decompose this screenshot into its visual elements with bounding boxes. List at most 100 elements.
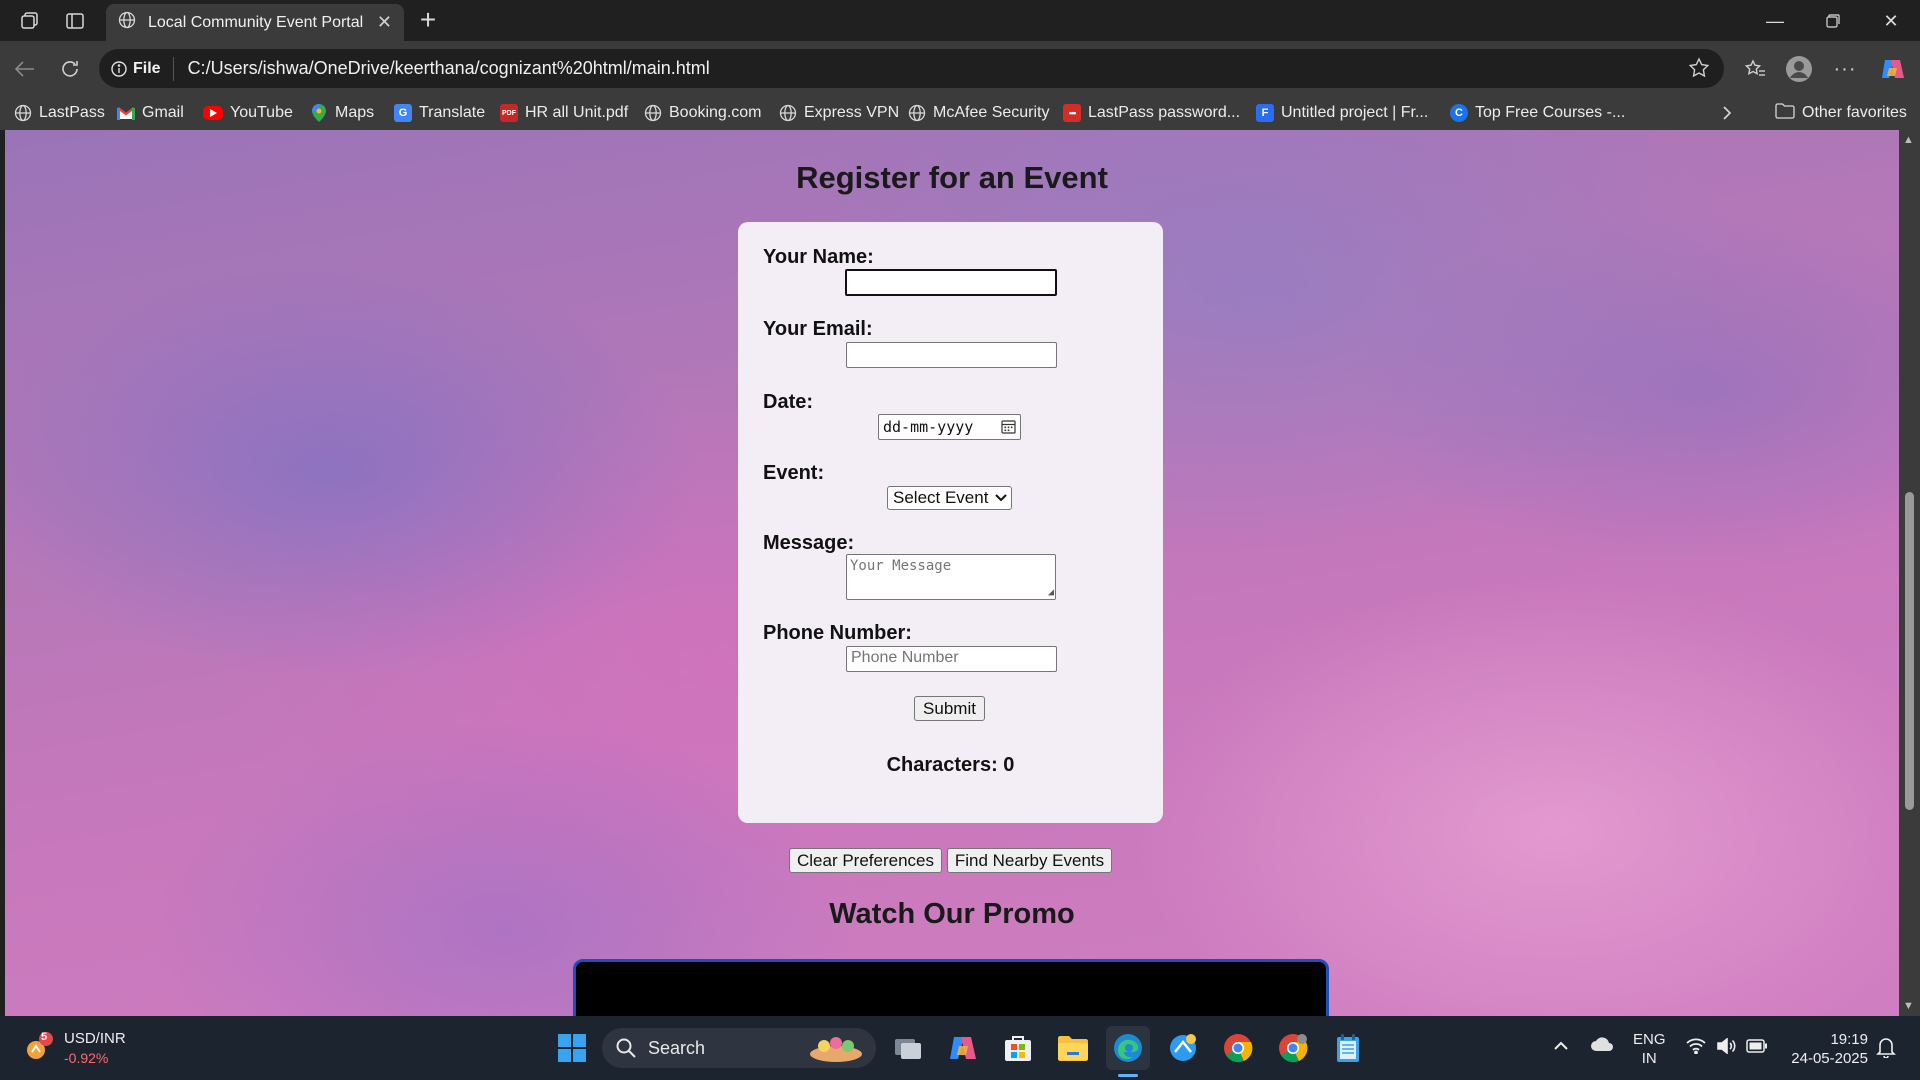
resize-grip-icon[interactable]: ◢ xyxy=(1048,587,1054,598)
address-bar[interactable]: File C:/Users/ishwa/OneDrive/keerthana/c… xyxy=(99,49,1724,88)
copilot-taskbar-icon[interactable] xyxy=(941,1026,985,1070)
scroll-down-icon[interactable]: ▼ xyxy=(1903,1000,1914,1012)
vertical-tabs-icon[interactable] xyxy=(61,8,89,34)
currency-widget-icon[interactable]: 5 xyxy=(22,1030,56,1064)
url-text: C:/Users/ishwa/OneDrive/keerthana/cogniz… xyxy=(187,58,710,78)
active-app-indicator xyxy=(1118,1074,1138,1077)
show-hidden-icons-chevron-icon[interactable] xyxy=(1553,1038,1569,1056)
new-tab-icon[interactable]: + xyxy=(414,4,442,35)
file-explorer-icon[interactable] xyxy=(1051,1026,1095,1070)
other-favorites[interactable]: Other favorites xyxy=(1775,102,1907,124)
maps-pin-icon xyxy=(310,104,328,122)
document-icon: F xyxy=(1256,104,1274,122)
info-icon xyxy=(111,60,127,77)
more-options-icon[interactable]: ··· xyxy=(1828,53,1862,85)
restore-icon[interactable] xyxy=(1818,8,1848,34)
microsoft-store-icon[interactable] xyxy=(996,1026,1040,1070)
close-tab-icon[interactable]: ✕ xyxy=(377,12,392,33)
workspaces-icon[interactable] xyxy=(16,8,44,34)
bookmark-untitled-project[interactable]: F Untitled project | Fr... xyxy=(1256,102,1428,124)
scrollbar-thumb[interactable] xyxy=(1905,492,1914,810)
phone-label: Phone Number: xyxy=(763,622,912,644)
battery-icon[interactable] xyxy=(1746,1039,1768,1058)
find-nearby-events-button[interactable]: Find Nearby Events xyxy=(947,848,1112,873)
email-input[interactable] xyxy=(846,342,1057,368)
message-textarea[interactable]: Your Message ◢ xyxy=(846,554,1056,600)
favorite-star-icon[interactable] xyxy=(1688,57,1710,84)
promo-video[interactable] xyxy=(573,959,1329,1016)
profile-avatar-icon[interactable] xyxy=(1782,53,1816,85)
globe-icon xyxy=(118,11,136,34)
bookmark-booking[interactable]: Booking.com xyxy=(644,102,762,124)
bookmark-mcafee[interactable]: McAfee Security xyxy=(908,102,1049,124)
bookmark-maps[interactable]: Maps xyxy=(310,102,374,124)
scroll-up-icon[interactable]: ▲ xyxy=(1903,134,1914,146)
name-input[interactable] xyxy=(845,269,1057,296)
task-view-icon[interactable] xyxy=(886,1026,930,1070)
event-select[interactable]: Select Event xyxy=(887,486,1012,510)
date-input[interactable]: dd-mm-yyyy xyxy=(878,414,1021,440)
chrome-profile-icon[interactable] xyxy=(1271,1026,1315,1070)
widget-value: -0.92% xyxy=(64,1050,109,1066)
bookmark-translate[interactable]: G Translate xyxy=(394,102,485,124)
vertical-scrollbar[interactable]: ▲ ▼ xyxy=(1899,130,1920,1016)
copilot-icon[interactable] xyxy=(1875,53,1909,85)
submit-button[interactable]: Submit xyxy=(914,696,985,721)
page-title: Register for an Event xyxy=(796,160,1108,195)
clock[interactable]: 19:19 24-05-2025 xyxy=(1784,1030,1868,1068)
volume-icon[interactable] xyxy=(1716,1037,1736,1059)
refresh-icon[interactable] xyxy=(53,53,87,85)
edge-browser-icon[interactable] xyxy=(1106,1026,1150,1070)
lastpass-icon: ••• xyxy=(1063,104,1081,122)
date-label: Date: xyxy=(763,391,814,413)
file-label: File xyxy=(133,59,161,77)
phone-placeholder: Phone Number xyxy=(851,649,959,666)
globe-icon xyxy=(908,104,926,122)
notification-bell-icon[interactable] xyxy=(1876,1036,1896,1063)
page-viewport: Register for an Event Your Name: Your Em… xyxy=(5,130,1899,1016)
site-info-chip[interactable]: File xyxy=(111,56,174,81)
bookmark-express-vpn[interactable]: Express VPN xyxy=(779,102,899,124)
favorites-icon[interactable] xyxy=(1738,53,1772,85)
close-window-icon[interactable]: ✕ xyxy=(1876,8,1906,34)
event-selected-value: Select Event xyxy=(893,488,989,507)
bookmark-lastpass-password[interactable]: ••• LastPass password... xyxy=(1063,102,1240,124)
search-label: Search xyxy=(648,1037,706,1058)
translate-icon: G xyxy=(394,104,412,122)
start-windows-icon[interactable] xyxy=(550,1026,594,1070)
clear-preferences-button[interactable]: Clear Preferences xyxy=(789,848,942,873)
back-arrow-icon[interactable] xyxy=(8,53,42,85)
address-toolbar: File C:/Users/ishwa/OneDrive/keerthana/c… xyxy=(0,41,1920,96)
tab-bar: Local Community Event Portal ✕ + — ✕ xyxy=(0,0,1920,41)
language-indicator[interactable]: ENG IN xyxy=(1633,1030,1666,1068)
search-icon xyxy=(616,1038,636,1058)
globe-icon xyxy=(644,104,662,122)
phone-input[interactable]: Phone Number xyxy=(846,646,1057,672)
tab-active[interactable]: Local Community Event Portal ✕ xyxy=(106,4,404,41)
youtube-icon xyxy=(203,106,223,120)
bookmark-hr-pdf[interactable]: PDF HR all Unit.pdf xyxy=(500,102,628,124)
clock-time: 19:19 xyxy=(1830,1031,1868,1048)
pdf-icon: PDF xyxy=(500,104,518,122)
edge-dev-icon[interactable] xyxy=(1161,1026,1205,1070)
minimize-icon[interactable]: — xyxy=(1760,8,1790,34)
event-label: Event: xyxy=(763,462,825,484)
onedrive-cloud-icon[interactable] xyxy=(1590,1036,1614,1057)
promo-heading: Watch Our Promo xyxy=(829,898,1075,930)
chevron-down-icon xyxy=(995,489,1007,508)
taskbar-search[interactable]: Search xyxy=(602,1028,876,1068)
bookmark-youtube[interactable]: YouTube xyxy=(203,102,293,124)
chrome-icon[interactable] xyxy=(1216,1026,1260,1070)
widget-title: USD/INR xyxy=(64,1030,126,1047)
globe-icon xyxy=(779,104,797,122)
bookmark-lastpass[interactable]: LastPass xyxy=(14,102,105,124)
widget-badge: 5 xyxy=(41,1031,48,1043)
message-placeholder: Your Message xyxy=(850,558,952,574)
notepad-icon[interactable] xyxy=(1326,1026,1370,1070)
calendar-icon[interactable] xyxy=(1001,419,1016,438)
bookmark-top-free-courses[interactable]: C Top Free Courses -... xyxy=(1450,102,1625,124)
bookmark-gmail[interactable]: Gmail xyxy=(117,102,184,124)
globe-icon xyxy=(14,104,32,122)
wifi-icon[interactable] xyxy=(1686,1038,1706,1059)
more-bookmarks-chevron-icon[interactable] xyxy=(1722,102,1732,124)
